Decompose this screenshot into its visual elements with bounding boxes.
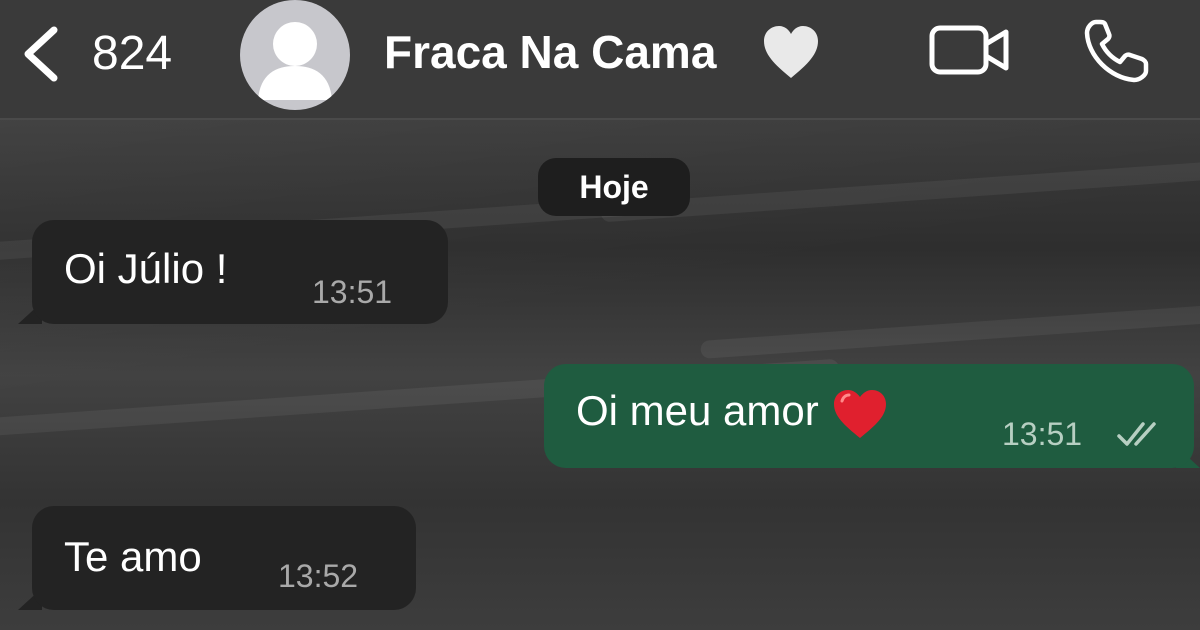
incoming-message[interactable]: Oi Júlio ! 13:51: [32, 220, 448, 324]
message-text: Oi Júlio !: [64, 245, 228, 292]
phone-icon[interactable]: [1082, 18, 1152, 84]
outgoing-message[interactable]: Oi meu amor 13:51: [544, 364, 1194, 468]
chat-screen: 824 Fraca Na Cama Hoje Oi Júlio ! 13:51 …: [0, 0, 1200, 630]
message-time: 13:52: [278, 558, 359, 594]
message-text: Te amo: [64, 533, 202, 580]
contact-name[interactable]: Fraca Na Cama: [384, 24, 716, 80]
incoming-message[interactable]: Te amo 13:52: [32, 506, 416, 610]
chevron-left-icon[interactable]: [18, 24, 64, 84]
read-double-check-icon: [1117, 422, 1156, 446]
default-avatar-icon: [258, 22, 332, 100]
background-streak: [600, 155, 1200, 223]
message-time: 13:51: [1002, 416, 1083, 452]
message-time: 13:51: [312, 274, 393, 310]
date-separator: Hoje: [538, 158, 690, 216]
background-streak: [700, 299, 1200, 359]
message-text: Oi meu amor: [576, 387, 819, 434]
unread-count[interactable]: 824: [92, 26, 172, 82]
message-text-wrap: Oi meu amor: [576, 386, 889, 441]
video-camera-icon[interactable]: [928, 22, 1012, 78]
chat-header: 824 Fraca Na Cama: [0, 0, 1200, 120]
white-heart-icon: [764, 26, 818, 78]
red-heart-icon: [833, 389, 886, 438]
avatar[interactable]: [240, 0, 350, 110]
